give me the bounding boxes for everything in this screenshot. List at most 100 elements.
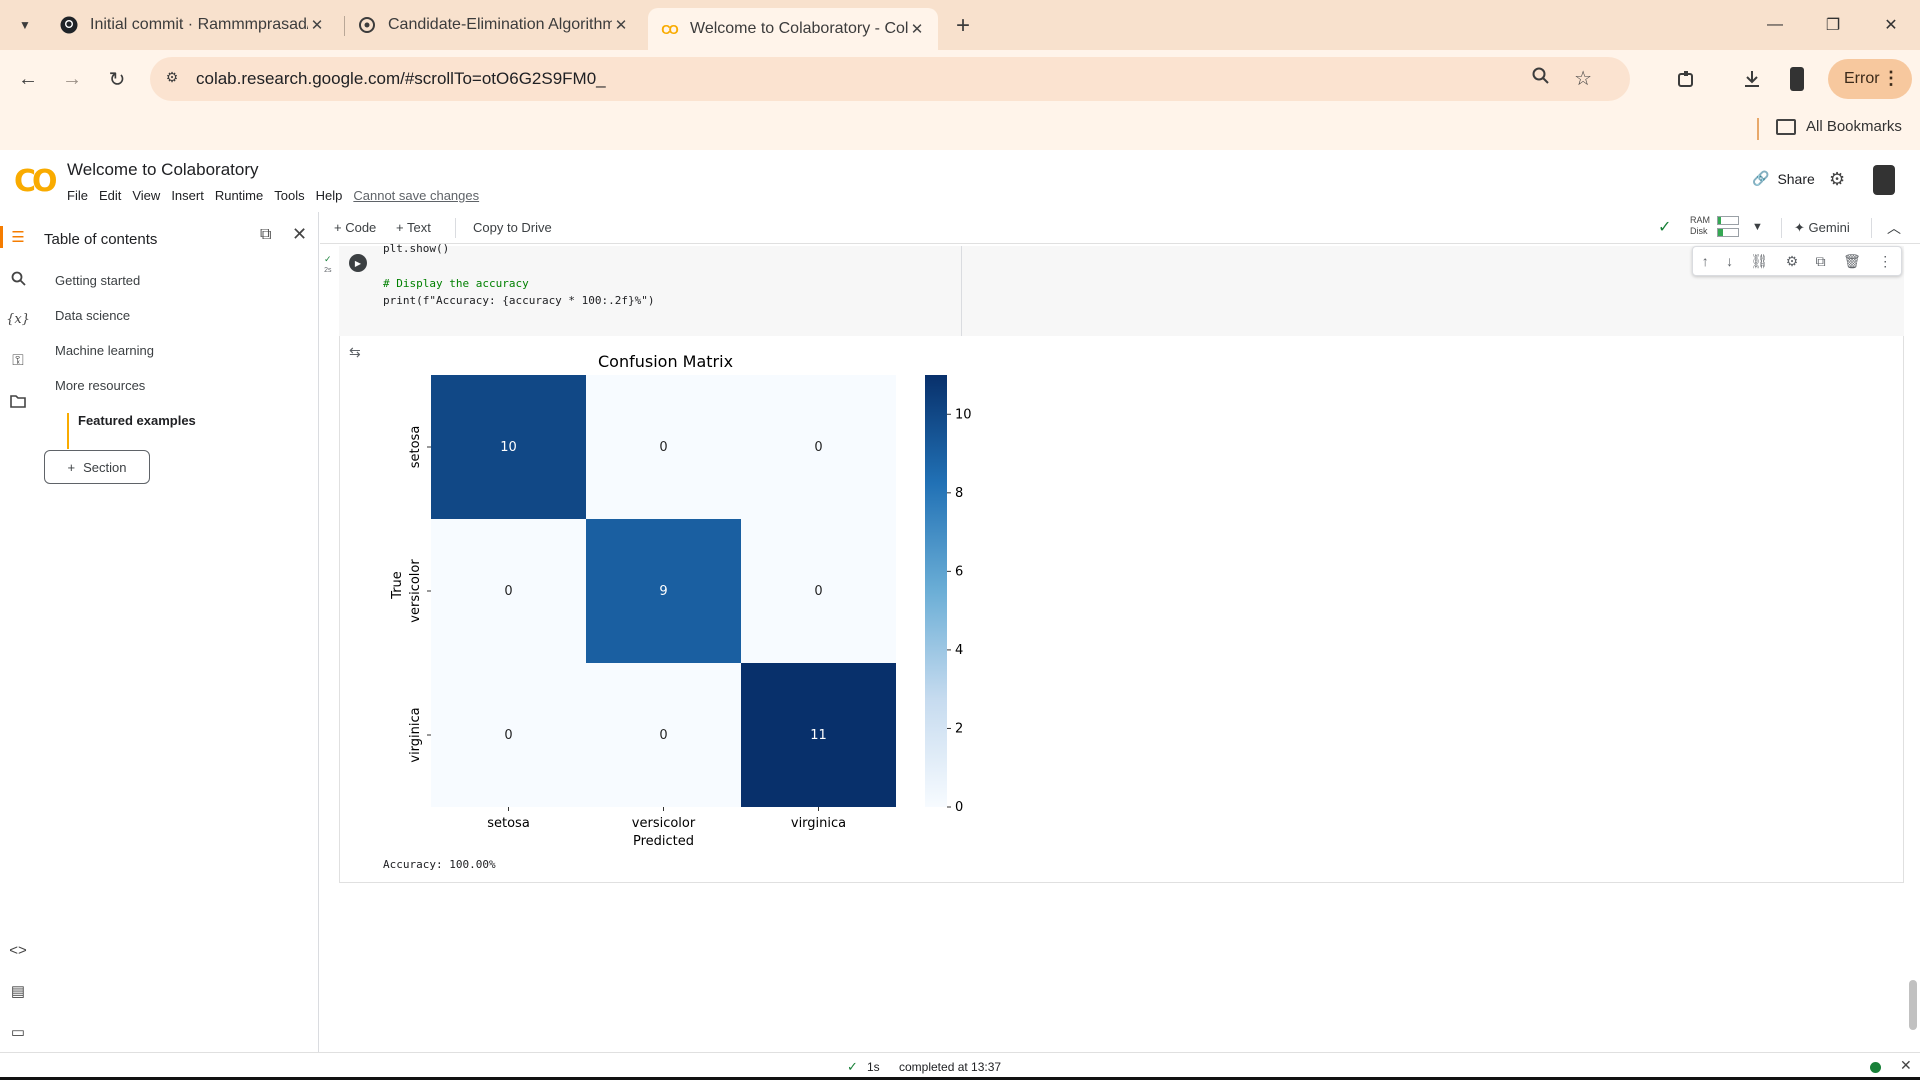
tab-title: Welcome to Colaboratory - Col [690,20,908,37]
chatgpt-icon [358,16,376,34]
chart-title: Confusion Matrix [598,352,734,371]
tab-candidate-elimination[interactable]: Candidate-Elimination Algorithm ✕ [346,8,642,42]
toc-item-more-resources[interactable]: More resources [55,378,145,393]
menu-file[interactable]: File [67,188,88,203]
add-text-button[interactable]: + Text [396,220,431,235]
bookmark-star-icon[interactable]: ☆ [1574,66,1592,91]
copy-to-drive-button[interactable]: Copy to Drive [473,220,552,235]
toc-item-machine-learning[interactable]: Machine learning [55,343,154,358]
window-close-icon[interactable]: ✕ [1862,0,1920,50]
delete-icon[interactable]: 🗑 [1843,253,1861,270]
restore-icon[interactable]: ❐ [1804,0,1862,50]
toc-item-getting-started[interactable]: Getting started [55,273,140,288]
command-palette-icon[interactable]: ▤ [6,979,30,1003]
cell-exec-status: ✓ 2s [324,254,332,274]
settings-gear-icon[interactable]: ⚙ [1829,169,1845,190]
forward-icon[interactable]: → [58,65,86,93]
ram-meter [1717,216,1739,225]
avatar[interactable] [1873,165,1895,195]
tab-colab[interactable]: CO Welcome to Colaboratory - Col ✕ [648,8,938,50]
menu-help[interactable]: Help [316,188,343,203]
colab-icon: CO [661,21,679,37]
folder-icon [1776,118,1796,135]
code-snippets-icon[interactable]: <> [6,938,30,962]
colab-logo[interactable]: CO [14,164,57,199]
collapse-chevron-icon[interactable]: ︿ [1887,218,1901,238]
active-indicator [0,226,3,248]
code-line-1: plt.show() [383,242,450,255]
ram-disk-indicator[interactable]: RAM Disk [1690,215,1710,237]
close-icon[interactable]: ✕ [908,20,926,38]
tab-separator [344,16,345,36]
resource-meter [1717,216,1739,240]
all-bookmarks-button[interactable]: All Bookmarks [1776,118,1902,135]
search-icon[interactable] [6,266,30,290]
files-folder-icon[interactable] [6,389,30,413]
tab-search-icon[interactable]: ▼ [12,12,38,38]
close-icon[interactable]: ✕ [292,224,307,245]
notebook-title[interactable]: Welcome to Colaboratory [67,160,259,180]
more-vert-icon[interactable]: ⋮ [1878,253,1892,270]
cell-output [339,336,1904,883]
cannot-save-link[interactable]: Cannot save changes [353,188,479,203]
menu-view[interactable]: View [132,188,160,203]
runtime-dropdown-icon[interactable]: ▼ [1752,221,1763,233]
menu-runtime[interactable]: Runtime [215,188,263,203]
menu-tools[interactable]: Tools [274,188,304,203]
scrollbar-thumb[interactable] [1909,980,1917,1030]
new-tab-icon[interactable]: + [950,12,976,40]
share-label: Share [1777,170,1815,187]
status-bar: ✓ 1s completed at 13:37 ✕ [0,1052,1920,1080]
url-text[interactable]: colab.research.google.com/#scrollTo=otO6… [196,69,606,89]
bookmarks-separator [1757,118,1759,140]
window-controls: — ❐ ✕ [1746,0,1920,50]
output-options-icon[interactable]: ⇆ [349,344,361,361]
menu-edit[interactable]: Edit [99,188,121,203]
link-icon[interactable]: ⛓ [1751,253,1769,270]
address-bar[interactable]: ⚙ colab.research.google.com/#scrollTo=ot… [150,57,1630,101]
tab-title: Candidate-Elimination Algorithm [388,16,612,33]
settings-gear-icon[interactable]: ⚙ [1786,253,1799,270]
gemini-button[interactable]: ✦ Gemini [1794,220,1850,236]
share-button[interactable]: 🔗 Share [1752,170,1815,187]
minimize-icon[interactable]: — [1746,0,1804,50]
status-check-icon: ✓ [847,1059,858,1074]
accuracy-output: Accuracy: 100.00% [383,858,496,871]
move-up-icon[interactable]: ↑ [1702,253,1709,269]
extensions-icon[interactable] [1672,65,1700,93]
zoom-icon[interactable] [1532,67,1550,90]
add-code-button[interactable]: + Code [334,220,376,235]
secrets-key-icon[interactable]: ⚿ [6,348,30,372]
runtime-status-dot [1870,1062,1881,1073]
download-icon[interactable] [1738,65,1766,93]
status-text[interactable]: completed at 13:37 [899,1060,1001,1074]
back-icon[interactable]: ← [14,65,42,93]
run-cell-button[interactable]: ▶ [349,254,367,272]
toc-item-data-science[interactable]: Data science [55,308,130,323]
close-icon[interactable]: ✕ [612,16,630,34]
more-vert-icon[interactable]: ⋮ [1882,68,1900,89]
code-line-comment: # Display the accuracy [383,277,529,290]
popout-icon[interactable]: ⧉ [260,226,271,244]
add-section-button[interactable]: + Section [44,450,150,484]
reload-icon[interactable]: ↻ [103,65,131,93]
variables-icon[interactable]: {x} [6,307,30,331]
profile-error-button[interactable]: Error ⋮ [1828,59,1912,99]
terminal-icon[interactable]: ▭ [6,1020,30,1044]
code-cell[interactable] [339,246,1904,336]
menu-insert[interactable]: Insert [171,188,204,203]
gemini-label: Gemini [1808,220,1850,235]
toc-list-icon[interactable]: ☰ [6,225,30,249]
tab-github[interactable]: Initial commit · Rammmprasad/ ✕ [48,8,338,42]
toc-active-bar [67,413,69,449]
close-icon[interactable]: ✕ [308,16,326,34]
mirror-cell-icon[interactable]: ⧉ [1816,253,1826,270]
left-rail: ☰ {x} ⚿ <> ▤ ▭ [0,212,36,1052]
move-down-icon[interactable]: ↓ [1726,253,1733,269]
site-info-icon[interactable]: ⚙ [162,69,182,89]
code-cell-divider [961,246,962,336]
close-icon[interactable]: ✕ [1900,1057,1912,1074]
toolbar-divider [1781,218,1782,238]
toc-item-featured-examples[interactable]: Featured examples [78,413,196,428]
profile-avatar-icon[interactable] [1783,65,1811,93]
